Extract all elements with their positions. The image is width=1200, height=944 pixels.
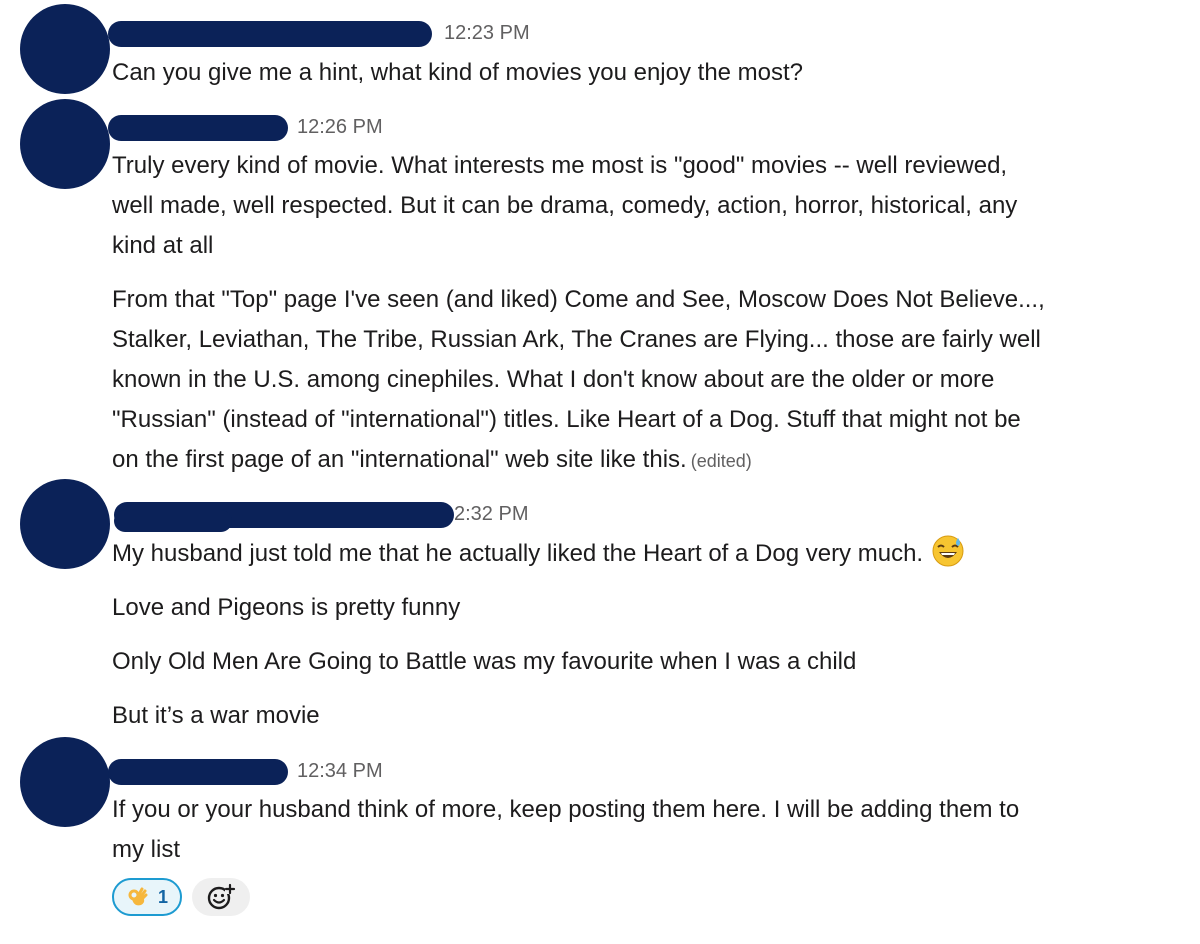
- message-text: my list: [112, 836, 180, 863]
- reaction-ok-hand[interactable]: 1: [112, 878, 182, 916]
- message-text-last: on the first page of an "international" …: [112, 440, 752, 481]
- message-text: Love and Pigeons is pretty funny: [112, 594, 461, 621]
- message-text: known in the U.S. among cinephiles. What…: [112, 366, 995, 393]
- reaction-count: 1: [157, 886, 168, 907]
- add-reaction-icon: [207, 883, 236, 910]
- message-text: From that "Top" page I've seen (and like…: [112, 286, 1045, 313]
- message-text: kind at all: [112, 232, 214, 259]
- add-reaction-button[interactable]: [192, 878, 250, 916]
- message-text: Can you give me a hint, what kind of mov…: [112, 59, 804, 86]
- message-timestamp[interactable]: 12:23 PM: [444, 22, 530, 45]
- ok-hand-icon: [128, 887, 148, 906]
- avatar[interactable]: [20, 479, 110, 569]
- message-text: Truly every kind of movie. What interest…: [112, 152, 1008, 179]
- message-text: on the first page of an "international" …: [112, 446, 687, 473]
- message-text-with-emoji: My husband just told me that he actually…: [112, 534, 965, 574]
- message-text: My husband just told me that he actually…: [112, 540, 924, 567]
- avatar[interactable]: [20, 99, 110, 189]
- message-text: Stalker, Leviathan, The Tribe, Russian A…: [112, 326, 1041, 353]
- redacted-username: [108, 759, 288, 785]
- avatar[interactable]: [20, 737, 110, 827]
- redacted-username: [114, 510, 232, 532]
- message-timestamp[interactable]: 2:32 PM: [454, 503, 528, 526]
- message-text: Only Old Men Are Going to Battle was my …: [112, 648, 857, 675]
- message-timestamp[interactable]: 12:26 PM: [297, 116, 383, 139]
- message-text: "Russian" (instead of "international") t…: [112, 406, 1021, 433]
- redacted-username: [108, 21, 432, 47]
- grinning-sweat-emoji-icon: [932, 535, 964, 567]
- message-timestamp[interactable]: 12:34 PM: [297, 760, 383, 783]
- avatar[interactable]: [20, 4, 110, 94]
- message-text: But it’s a war movie: [112, 702, 320, 729]
- message-text: well made, well respected. But it can be…: [112, 192, 1018, 219]
- redacted-username: [108, 115, 288, 141]
- message-text: If you or your husband think of more, ke…: [112, 796, 1020, 823]
- edited-label: (edited): [690, 451, 752, 471]
